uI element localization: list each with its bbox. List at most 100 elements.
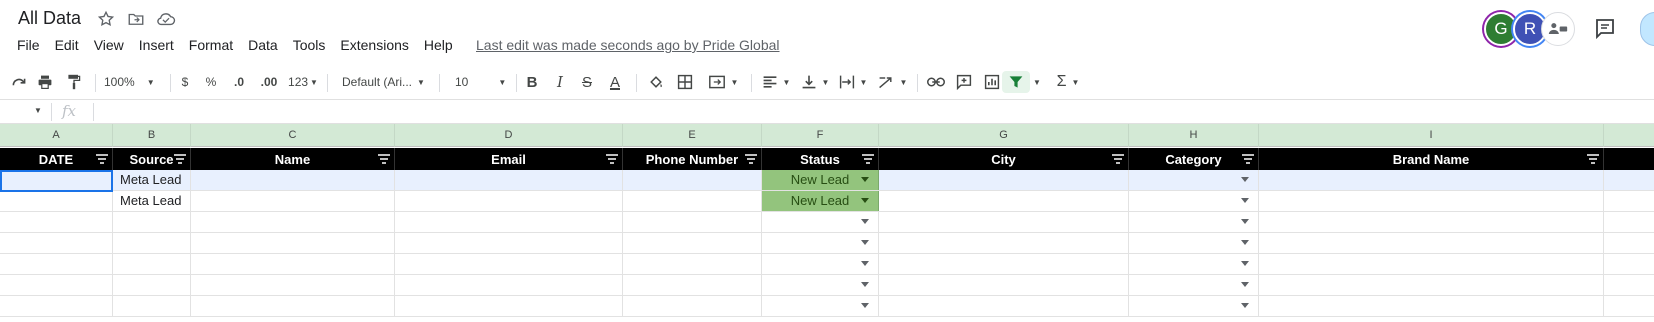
font-size-select[interactable]: 10 ▼ (455, 71, 511, 93)
name-box-dropdown[interactable]: ▼ (34, 106, 42, 115)
insert-chart-icon[interactable] (981, 71, 1003, 93)
cell-city[interactable] (879, 275, 1129, 295)
cell-city[interactable] (879, 170, 1129, 190)
cell-brand-name[interactable] (1259, 212, 1604, 232)
cell-status[interactable]: New Lead (762, 170, 879, 190)
menu-tools[interactable]: Tools (293, 35, 326, 55)
filter-toggle-icon[interactable] (1587, 154, 1599, 164)
functions-select[interactable]: Σ ▼ (1052, 71, 1084, 93)
text-wrapping-icon[interactable]: ▼ (837, 71, 869, 93)
dropdown-arrow-icon[interactable] (861, 282, 869, 287)
cell-name[interactable] (191, 212, 395, 232)
dropdown-arrow-icon[interactable] (861, 219, 869, 224)
filter-toggle-icon[interactable] (1242, 154, 1254, 164)
cell-date[interactable] (0, 212, 113, 232)
bold-button[interactable]: B (523, 71, 541, 93)
cell-date[interactable] (0, 233, 113, 253)
header-brand-name[interactable]: Brand Name (1259, 148, 1604, 170)
merge-cells-icon[interactable]: ▼ (704, 71, 742, 93)
redo-icon[interactable] (8, 71, 30, 93)
cell-category[interactable] (1129, 275, 1259, 295)
cell-name[interactable] (191, 170, 395, 190)
cell-phone-number[interactable] (623, 191, 762, 211)
cell-category[interactable] (1129, 296, 1259, 316)
cell-source[interactable]: Meta Lead (113, 170, 191, 190)
column-letter-a[interactable]: A (0, 124, 113, 147)
filter-toggle-icon[interactable] (862, 154, 874, 164)
dropdown-arrow-icon[interactable] (1241, 177, 1249, 182)
fill-color-icon[interactable] (645, 71, 667, 93)
cell-email[interactable] (395, 254, 623, 274)
vertical-align-icon[interactable]: ▼ (799, 71, 831, 93)
insert-comment-icon[interactable] (953, 71, 975, 93)
column-letter-f[interactable]: F (762, 124, 879, 147)
cell-source[interactable] (113, 296, 191, 316)
document-title[interactable]: All Data (18, 8, 81, 29)
cell-status[interactable]: New Lead (762, 191, 879, 211)
borders-icon[interactable] (674, 71, 696, 93)
cell-status[interactable] (762, 254, 879, 274)
dropdown-arrow-icon[interactable] (1241, 240, 1249, 245)
dropdown-arrow-icon[interactable] (861, 198, 869, 203)
cell-category[interactable] (1129, 191, 1259, 211)
cell-date[interactable] (0, 275, 113, 295)
text-rotation-icon[interactable]: ▼ (875, 71, 909, 93)
strikethrough-button[interactable]: S (578, 71, 596, 93)
cell-brand-name[interactable] (1259, 170, 1604, 190)
cell-name[interactable] (191, 254, 395, 274)
dropdown-arrow-icon[interactable] (1241, 261, 1249, 266)
cell-phone-number[interactable] (623, 170, 762, 190)
cell-brand-name[interactable] (1259, 275, 1604, 295)
cell-city[interactable] (879, 212, 1129, 232)
more-viewers-icon[interactable] (1541, 12, 1575, 46)
column-letter-c[interactable]: C (191, 124, 395, 147)
cell-status[interactable] (762, 212, 879, 232)
menu-extensions[interactable]: Extensions (340, 35, 408, 55)
filter-toggle-icon[interactable] (96, 154, 108, 164)
cell-source[interactable] (113, 233, 191, 253)
print-icon[interactable] (34, 71, 56, 93)
paint-format-icon[interactable] (63, 71, 85, 93)
column-letter-g[interactable]: G (879, 124, 1129, 147)
cell-brand-name[interactable] (1259, 191, 1604, 211)
cell-email[interactable] (395, 233, 623, 253)
cell-category[interactable] (1129, 233, 1259, 253)
horizontal-align-icon[interactable]: ▼ (760, 71, 792, 93)
header-status[interactable]: Status (762, 148, 879, 170)
cell-phone-number[interactable] (623, 296, 762, 316)
cell-phone-number[interactable] (623, 233, 762, 253)
cell-status[interactable] (762, 296, 879, 316)
menu-view[interactable]: View (94, 35, 124, 55)
share-button[interactable] (1640, 12, 1654, 46)
cell-brand-name[interactable] (1259, 233, 1604, 253)
more-formats-select[interactable]: 123 ▼ (287, 71, 319, 93)
cell-source[interactable] (113, 275, 191, 295)
cell-city[interactable] (879, 296, 1129, 316)
font-family-select[interactable]: Default (Ari... ▼ (342, 71, 432, 93)
filter-toggle-icon[interactable] (174, 154, 186, 164)
cell-category[interactable] (1129, 170, 1259, 190)
cloud-saved-icon[interactable] (156, 9, 176, 29)
cell-email[interactable] (395, 296, 623, 316)
increase-decimal-button[interactable]: .00 (256, 71, 282, 93)
cell-email[interactable] (395, 170, 623, 190)
header-name[interactable]: Name (191, 148, 395, 170)
cell-source[interactable]: Meta Lead (113, 191, 191, 211)
cell-phone-number[interactable] (623, 254, 762, 274)
menu-help[interactable]: Help (424, 35, 453, 55)
move-folder-icon[interactable] (126, 9, 146, 29)
cell-email[interactable] (395, 191, 623, 211)
insert-link-icon[interactable] (925, 71, 947, 93)
dropdown-arrow-icon[interactable] (861, 303, 869, 308)
cell-city[interactable] (879, 233, 1129, 253)
zoom-select[interactable]: 100% ▼ (104, 71, 160, 93)
header-email[interactable]: Email (395, 148, 623, 170)
percent-format-button[interactable]: % (203, 71, 219, 93)
cell-email[interactable] (395, 275, 623, 295)
cell-status[interactable] (762, 233, 879, 253)
dropdown-arrow-icon[interactable] (1241, 303, 1249, 308)
menu-insert[interactable]: Insert (139, 35, 174, 55)
cell-brand-name[interactable] (1259, 254, 1604, 274)
cell-category[interactable] (1129, 254, 1259, 274)
cell-city[interactable] (879, 254, 1129, 274)
